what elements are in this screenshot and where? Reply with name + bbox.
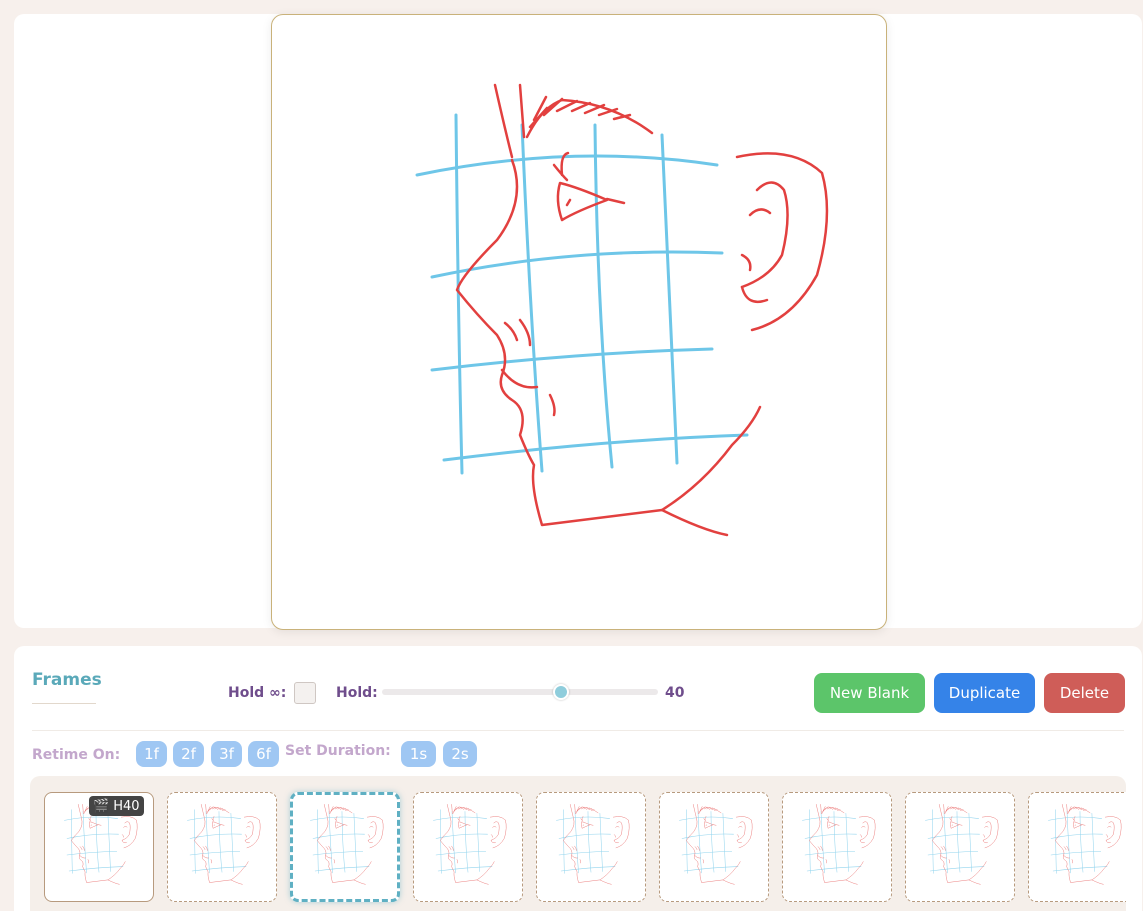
retime-2f-button[interactable]: 2f bbox=[173, 741, 204, 767]
frame-thumbnail[interactable] bbox=[167, 792, 277, 902]
frames-panel: Frames Hold ∞: Hold: 40 New Blank Duplic… bbox=[14, 646, 1142, 911]
hold-infinite-checkbox[interactable] bbox=[294, 682, 316, 704]
thumbnail-sketch bbox=[679, 804, 753, 885]
hold-infinite-label: Hold ∞: bbox=[228, 685, 287, 701]
thumbnail-sketch bbox=[802, 804, 876, 885]
hold-value: 40 bbox=[665, 685, 685, 701]
set-duration-label: Set Duration: bbox=[285, 743, 391, 759]
retime-3f-button[interactable]: 3f bbox=[211, 741, 242, 767]
hold-slider-thumb[interactable] bbox=[553, 684, 570, 700]
hold-badge-text: H40 bbox=[113, 798, 140, 814]
hold-slider[interactable] bbox=[382, 684, 658, 700]
new-blank-button[interactable]: New Blank bbox=[814, 673, 925, 713]
frame-thumbnail[interactable] bbox=[536, 792, 646, 902]
sketch-drawing bbox=[415, 83, 829, 537]
hold-label: Hold: bbox=[336, 685, 378, 701]
retime-label: Retime On: bbox=[32, 747, 121, 763]
frame-thumbnail[interactable]: 🎬 H40 bbox=[44, 792, 154, 902]
duration-1s-button[interactable]: 1s bbox=[401, 741, 436, 767]
thumbnail-sketch bbox=[433, 804, 507, 885]
retime-6f-button[interactable]: 6f bbox=[248, 741, 279, 767]
frame-thumbnail[interactable] bbox=[290, 792, 400, 902]
thumbnail-sketch bbox=[556, 804, 630, 885]
stage-panel bbox=[14, 14, 1142, 630]
thumbnail-sketch bbox=[310, 804, 384, 885]
drawing-canvas[interactable] bbox=[271, 14, 887, 630]
frame-strip[interactable]: 🎬 H40 bbox=[30, 776, 1126, 911]
hold-badge: 🎬 H40 bbox=[89, 796, 144, 816]
duplicate-button[interactable]: Duplicate bbox=[934, 673, 1035, 713]
thumbnail-sketch bbox=[187, 804, 261, 885]
frame-thumbnail[interactable] bbox=[659, 792, 769, 902]
frames-title-underline bbox=[32, 703, 96, 704]
frame-thumbnail[interactable] bbox=[782, 792, 892, 902]
frame-thumbnail[interactable] bbox=[1028, 792, 1126, 902]
frames-title: Frames bbox=[32, 670, 102, 690]
frame-thumbnail[interactable] bbox=[413, 792, 523, 902]
thumbnail-sketch bbox=[1048, 804, 1122, 885]
retime-1f-button[interactable]: 1f bbox=[136, 741, 167, 767]
clapperboard-icon: 🎬 bbox=[93, 798, 110, 814]
frame-thumbnail[interactable] bbox=[905, 792, 1015, 902]
divider bbox=[32, 730, 1124, 731]
delete-button[interactable]: Delete bbox=[1044, 673, 1125, 713]
thumbnail-sketch bbox=[925, 804, 999, 885]
duration-2s-button[interactable]: 2s bbox=[443, 741, 477, 767]
